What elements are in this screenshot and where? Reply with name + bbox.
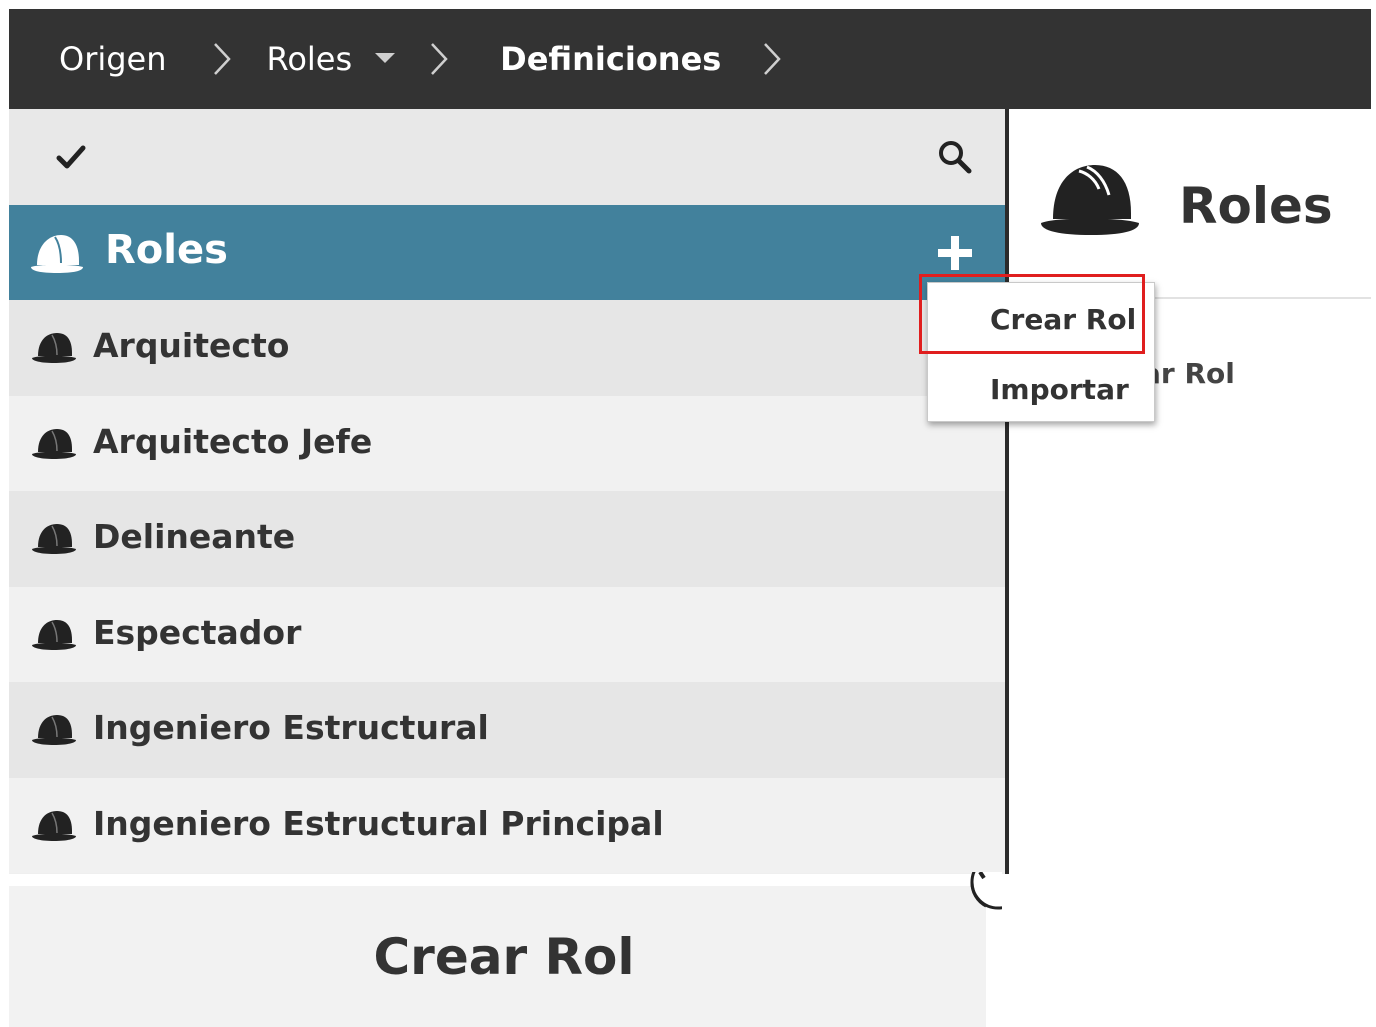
list-item[interactable]: Espectador <box>9 586 1005 682</box>
list-toolbar <box>9 109 1005 205</box>
app-window: Origen Roles Definiciones Roles Arquitec… <box>0 0 1376 1027</box>
chevron-right-icon <box>199 41 245 77</box>
add-dropdown-menu: Crear Rol Importar <box>927 282 1155 422</box>
list-item[interactable]: Ingeniero Estructural Principal <box>9 777 1005 873</box>
list-item[interactable]: Ingeniero Estructural <box>9 682 1005 778</box>
roles-list-panel: Roles Arquitecto Arquitecto Jefe Delinea… <box>9 109 1005 874</box>
list-item-label: Arquitecto Jefe <box>93 421 373 461</box>
close-icon[interactable] <box>962 854 1026 922</box>
roles-detail-panel: Roles ear Rol <box>1009 109 1371 874</box>
list-item-label: Ingeniero Estructural <box>93 708 489 747</box>
breadcrumb-origen[interactable]: Origen <box>59 40 167 78</box>
list-item-label: Ingeniero Estructural Principal <box>93 803 664 843</box>
dialog-title: Crear Rol <box>373 928 635 986</box>
create-role-dialog-header: Crear Rol <box>9 886 986 1027</box>
hard-hat-icon <box>31 521 77 555</box>
search-icon[interactable] <box>935 137 975 177</box>
detail-title: Roles <box>1179 177 1333 235</box>
checkmark-icon[interactable] <box>53 139 89 175</box>
breadcrumb-roles[interactable]: Roles <box>267 40 353 78</box>
hard-hat-icon <box>31 712 77 746</box>
list-item-label: Delineante <box>93 517 296 556</box>
hard-hat-icon <box>29 231 85 275</box>
menu-item-label: Importar <box>990 373 1129 406</box>
breadcrumb: Origen Roles Definiciones <box>9 9 1371 109</box>
chevron-right-icon <box>416 41 462 77</box>
section-title: Roles <box>105 227 228 273</box>
breadcrumb-definiciones[interactable]: Definiciones <box>500 40 721 78</box>
list-item[interactable]: Arquitecto Jefe <box>9 395 1005 491</box>
menu-item-label: Crear Rol <box>990 303 1137 336</box>
roles-section-header: Roles <box>9 205 1005 300</box>
caret-down-icon[interactable] <box>374 50 396 69</box>
list-item[interactable]: Arquitecto <box>9 300 1005 396</box>
list-item-label: Espectador <box>93 612 302 652</box>
list-item-label: Arquitecto <box>93 326 290 365</box>
hard-hat-icon <box>31 330 77 364</box>
menu-item-importar[interactable]: Importar <box>928 355 1154 423</box>
hard-hat-icon <box>31 617 77 651</box>
chevron-right-icon[interactable] <box>749 41 795 77</box>
list-item[interactable]: Delineante <box>9 491 1005 587</box>
hard-hat-icon <box>31 808 77 842</box>
hard-hat-icon <box>31 426 77 460</box>
plus-icon[interactable] <box>935 233 975 273</box>
hard-hat-icon <box>1039 159 1141 237</box>
menu-item-crear-rol[interactable]: Crear Rol <box>928 285 1154 353</box>
